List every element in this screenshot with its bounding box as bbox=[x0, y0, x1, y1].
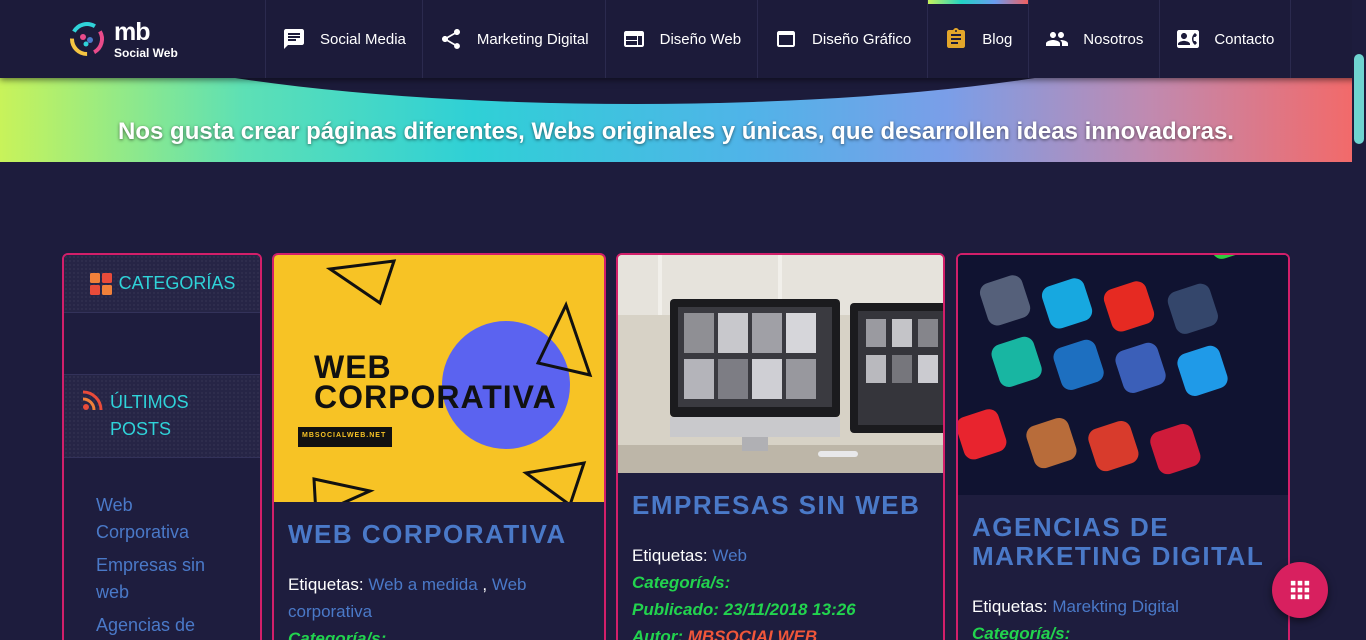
tags-label: Etiquetas: bbox=[632, 546, 708, 565]
nav-item-label: Marketing Digital bbox=[476, 30, 589, 48]
post-tags: Etiquetas: Marekting Digital bbox=[972, 593, 1274, 620]
categories-header: CATEGORÍAS bbox=[64, 255, 260, 313]
post-tags: Etiquetas: Web bbox=[632, 542, 929, 569]
latest-posts-list: Web Corporativa Empresas sin web Agencia… bbox=[64, 458, 260, 639]
apps-menu-button[interactable] bbox=[1272, 562, 1328, 618]
nav-item-nosotros[interactable]: Nosotros bbox=[1028, 0, 1159, 78]
banner-tagline: Nos gusta crear páginas diferentes, Webs… bbox=[118, 118, 1234, 145]
site-logo[interactable]: mb Social Web bbox=[66, 16, 186, 62]
nav-item-diseno-web[interactable]: Diseño Web bbox=[604, 0, 757, 78]
post-card-empresas-sin-web[interactable]: EMPRESAS SIN WEB Etiquetas: Web Categorí… bbox=[616, 253, 945, 640]
window-frame-icon bbox=[774, 27, 798, 51]
tag-link[interactable]: Web a medida bbox=[368, 575, 477, 594]
nav-item-label: Diseño Gráfico bbox=[812, 30, 912, 48]
post-category-label: Categoría/s: bbox=[288, 629, 387, 640]
post-link-web-corporativa[interactable]: Web Corporativa bbox=[96, 492, 226, 546]
post-image-web-corporativa[interactable]: WEB CORPORATIVA MBSOCIALWEB.NET bbox=[274, 255, 604, 502]
latest-posts-title: ÚLTIMOS POSTS bbox=[110, 392, 189, 439]
categories-title: CATEGORÍAS bbox=[118, 273, 236, 293]
tag-link[interactable]: Marekting Digital bbox=[1052, 597, 1179, 616]
tag-link[interactable]: Web bbox=[712, 546, 747, 565]
post-title[interactable]: WEB CORPORATIVA bbox=[288, 520, 590, 549]
chat-bubble-icon bbox=[282, 27, 306, 51]
tag-separator: , bbox=[477, 575, 492, 594]
post-title[interactable]: EMPRESAS SIN WEB bbox=[632, 491, 929, 520]
nav-item-label: Contacto bbox=[1214, 30, 1275, 48]
clipboard-icon bbox=[944, 27, 968, 51]
page-scrollbar[interactable] bbox=[1352, 0, 1366, 640]
post-image-agencias-marketing[interactable] bbox=[958, 255, 1288, 495]
post-category-label: Categoría/s: bbox=[632, 573, 731, 592]
nav-item-label: Nosotros bbox=[1083, 30, 1144, 48]
nav-item-label: Diseño Web bbox=[659, 30, 742, 48]
nav-item-diseno-grafico[interactable]: Diseño Gráfico bbox=[757, 0, 927, 78]
image-badge: MBSOCIALWEB.NET bbox=[302, 432, 387, 439]
nav-item-marketing-digital[interactable]: Marketing Digital bbox=[421, 0, 605, 78]
web-window-icon bbox=[622, 27, 646, 51]
post-card-agencias-marketing[interactable]: AGENCIAS DE MARKETING DIGITAL Etiquetas:… bbox=[956, 253, 1290, 640]
grid-squares-icon bbox=[89, 272, 112, 295]
post-image-empresas-sin-web[interactable] bbox=[618, 255, 943, 473]
logo-wordmark: mb bbox=[114, 17, 150, 46]
post-link-agencias[interactable]: Agencias de bbox=[96, 612, 226, 639]
people-icon bbox=[1045, 27, 1069, 51]
logo-mark-icon bbox=[66, 18, 108, 60]
contact-card-icon bbox=[1176, 27, 1200, 51]
post-author: Autor: MBSOCIALWEB bbox=[632, 623, 929, 640]
apps-grid-icon bbox=[1290, 580, 1310, 600]
logo-subtitle: Social Web bbox=[114, 45, 178, 60]
nav-item-label: Blog bbox=[982, 30, 1013, 48]
post-link-empresas-sin-web[interactable]: Empresas sin web bbox=[96, 552, 226, 606]
post-category-label: Categoría/s: bbox=[972, 624, 1071, 640]
nav-item-contacto[interactable]: Contacto bbox=[1159, 0, 1292, 78]
site-header: mb Social Web Social Media Marketing Dig… bbox=[0, 0, 1366, 78]
tags-label: Etiquetas: bbox=[972, 597, 1048, 616]
nav-item-label: Social Media bbox=[320, 30, 406, 48]
latest-posts-header: ÚLTIMOS POSTS bbox=[64, 374, 260, 458]
post-tags: Etiquetas: Web a medida , Web corporativ… bbox=[288, 571, 590, 625]
post-title[interactable]: AGENCIAS DE MARKETING DIGITAL bbox=[972, 513, 1272, 571]
author-label: Autor: bbox=[632, 627, 683, 640]
main-nav: Social Media Marketing Digital Diseño We… bbox=[265, 0, 1292, 78]
rss-feed-icon bbox=[82, 390, 103, 411]
tags-label: Etiquetas: bbox=[288, 575, 364, 594]
nav-item-social-media[interactable]: Social Media bbox=[265, 0, 422, 78]
post-card-web-corporativa[interactable]: WEB CORPORATIVA MBSOCIALWEB.NET WEB CORP… bbox=[272, 253, 606, 640]
post-published-date: Publicado: 23/11/2018 13:26 bbox=[632, 600, 856, 619]
blog-sidebar: CATEGORÍAS ÚLTIMOS POSTS Web Corporativa… bbox=[62, 253, 262, 640]
author-link[interactable]: MBSOCIALWEB bbox=[688, 627, 817, 640]
scrollbar-thumb[interactable] bbox=[1354, 54, 1364, 144]
image-headline-line2: CORPORATIVA bbox=[314, 379, 557, 415]
nav-item-blog[interactable]: Blog bbox=[927, 0, 1029, 78]
share-icon bbox=[439, 27, 463, 51]
